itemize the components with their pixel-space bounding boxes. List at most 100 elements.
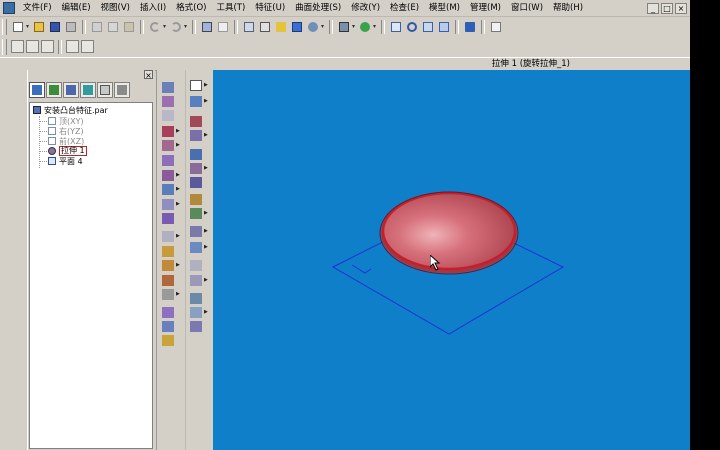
close-window-button[interactable]: × (675, 2, 687, 14)
dropdown-icon[interactable]: ▶ (204, 82, 208, 88)
coordinate-system-icon[interactable] (190, 293, 202, 304)
normal-protrusion-icon[interactable] (190, 177, 202, 188)
new-dropdown-icon[interactable]: ▾ (26, 20, 31, 34)
zoom-area-icon[interactable] (337, 20, 351, 34)
undo-icon[interactable] (148, 20, 162, 34)
curve-tool-icon[interactable] (41, 40, 54, 53)
tree-item-front-plane[interactable]: 前(XZ) (48, 136, 84, 146)
new-icon[interactable] (11, 20, 25, 34)
round-icon[interactable] (162, 231, 174, 242)
tree-root[interactable]: 安装凸台特征.par (33, 105, 108, 115)
part-copy-icon[interactable] (162, 307, 174, 318)
zoom-area-dropdown-icon[interactable]: ▾ (352, 20, 357, 34)
tree-item-extrude[interactable]: 拉伸 1 (48, 146, 87, 156)
display-icon[interactable] (290, 20, 304, 34)
save-icon[interactable] (48, 20, 62, 34)
ordered-tool-icon[interactable] (66, 40, 79, 53)
dropdown-icon[interactable]: ▶ (176, 262, 180, 268)
revolved-cutout-icon[interactable] (162, 184, 174, 195)
toolbar-grip[interactable] (2, 19, 7, 35)
redo-dropdown-icon[interactable]: ▾ (184, 20, 189, 34)
menu-help[interactable]: 帮助(H) (548, 0, 588, 16)
pattern-icon[interactable] (162, 275, 174, 286)
dropdown-icon[interactable]: ▶ (204, 210, 208, 216)
cut-icon[interactable] (90, 20, 104, 34)
menu-features[interactable]: 特征(U) (250, 0, 290, 16)
menu-file[interactable]: 文件(F) (18, 0, 57, 16)
tree-item-top-plane[interactable]: 顶(XY) (48, 116, 84, 126)
draft-icon[interactable] (162, 260, 174, 271)
mounting-boss-icon[interactable] (190, 242, 202, 253)
select-face-icon[interactable] (162, 96, 174, 107)
loft-icon[interactable] (190, 149, 202, 160)
dropdown-icon[interactable]: ▶ (176, 291, 180, 297)
dropdown-icon[interactable]: ▶ (204, 165, 208, 171)
graphics-viewport[interactable] (213, 70, 690, 450)
layers-icon[interactable] (46, 82, 62, 98)
settings-dropdown-icon[interactable]: ▾ (321, 20, 326, 34)
view-cube-icon[interactable] (242, 20, 256, 34)
dropdown-icon[interactable]: ▶ (204, 244, 208, 250)
restore-button[interactable]: □ (661, 2, 673, 14)
dropdown-icon[interactable]: ▶ (204, 98, 208, 104)
tree-item-plane-4[interactable]: 平面 4 (48, 156, 83, 166)
vent-icon[interactable] (190, 226, 202, 237)
web-network-icon[interactable] (190, 208, 202, 219)
fit-icon[interactable] (389, 20, 403, 34)
emboss-icon[interactable] (162, 335, 174, 346)
revolve-icon[interactable] (162, 140, 174, 151)
feature-tree-icon[interactable] (29, 82, 45, 98)
paste-icon[interactable] (122, 20, 136, 34)
pan-icon[interactable] (405, 20, 419, 34)
dropdown-icon[interactable]: ▶ (176, 142, 180, 148)
dropdown-icon[interactable]: ▶ (176, 233, 180, 239)
minimize-button[interactable]: _ (647, 2, 659, 14)
menu-edit[interactable]: 编辑(E) (57, 0, 96, 16)
copy-icon[interactable] (106, 20, 120, 34)
sketch-icon[interactable] (216, 20, 230, 34)
menu-model[interactable]: 模型(M) (424, 0, 465, 16)
properties-icon[interactable] (114, 82, 130, 98)
toolbar-grip[interactable] (2, 38, 7, 55)
rib-icon[interactable] (162, 199, 174, 210)
sync-tool-icon[interactable] (81, 40, 94, 53)
chamfer-icon[interactable] (162, 246, 174, 257)
hole-icon[interactable] (162, 155, 174, 166)
select-tool-icon[interactable] (190, 80, 202, 91)
sketch-tool-icon[interactable] (190, 116, 202, 127)
app-icon[interactable] (3, 2, 15, 14)
helix-icon[interactable] (190, 163, 202, 174)
rotate-icon[interactable] (421, 20, 435, 34)
family-icon[interactable] (97, 82, 113, 98)
cutout-icon[interactable] (162, 170, 174, 181)
select-edge-icon[interactable] (162, 82, 174, 93)
tree-item-right-plane[interactable]: 右(YZ) (48, 126, 84, 136)
menu-format[interactable]: 格式(O) (171, 0, 211, 16)
protrusion-icon[interactable] (162, 126, 174, 137)
zoom-dropdown-icon[interactable]: ▾ (373, 20, 378, 34)
plane-tool-icon[interactable] (190, 96, 202, 107)
sensor-icon[interactable] (63, 82, 79, 98)
print-icon[interactable] (64, 20, 78, 34)
pathfinder-close-button[interactable]: × (144, 70, 153, 80)
sketch-tool-icon[interactable] (11, 40, 24, 53)
menu-view[interactable]: 视图(V) (96, 0, 135, 16)
menu-tools[interactable]: 工具(T) (211, 0, 250, 16)
menu-modify[interactable]: 修改(Y) (346, 0, 385, 16)
dropdown-icon[interactable]: ▶ (204, 309, 208, 315)
menu-inspect[interactable]: 检查(E) (385, 0, 424, 16)
dropdown-icon[interactable]: ▶ (176, 172, 180, 178)
dropdown-icon[interactable]: ▶ (176, 128, 180, 134)
library-icon[interactable] (80, 82, 96, 98)
mirror-icon[interactable] (162, 289, 174, 300)
fit-all-icon[interactable] (437, 20, 451, 34)
menu-surfacing[interactable]: 曲面处理(S) (290, 0, 346, 16)
dropdown-icon[interactable]: ▶ (204, 277, 208, 283)
open-icon[interactable] (32, 20, 46, 34)
curve-icon[interactable] (190, 321, 202, 332)
render-icon[interactable] (274, 20, 288, 34)
menu-manage[interactable]: 管理(M) (465, 0, 506, 16)
revolved-body-dome[interactable] (381, 191, 517, 271)
feature-tool-icon[interactable] (26, 40, 39, 53)
help-icon[interactable] (463, 20, 477, 34)
